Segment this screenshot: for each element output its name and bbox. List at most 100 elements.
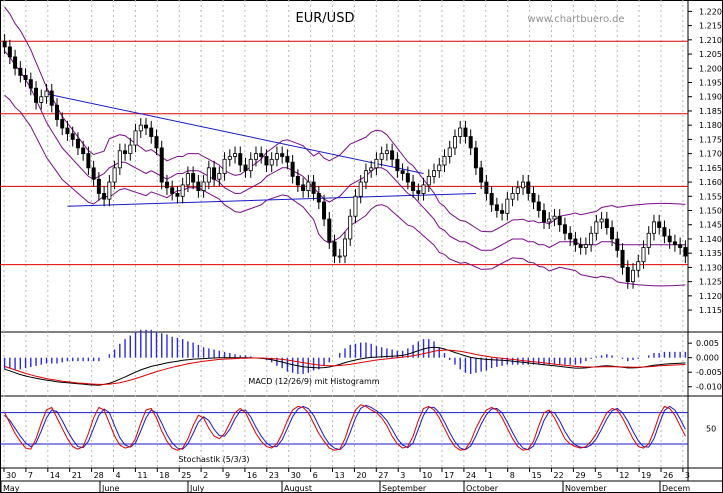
day-label: 30 xyxy=(6,471,16,480)
candle-body xyxy=(358,181,363,197)
candle-body xyxy=(117,150,122,169)
candle-body xyxy=(285,156,290,163)
candle-body xyxy=(301,184,306,192)
day-label: 3 xyxy=(685,471,690,480)
candle-body xyxy=(144,124,149,129)
candle-body xyxy=(180,184,185,197)
candle-body xyxy=(489,193,494,206)
candle-body xyxy=(102,193,107,200)
candle-body xyxy=(259,153,264,157)
candle-body xyxy=(531,193,536,203)
price-tick-label: 1.160 xyxy=(699,178,722,187)
candle-body xyxy=(594,221,599,234)
candle-body xyxy=(75,138,80,149)
candle-body xyxy=(657,221,662,228)
candle-body xyxy=(54,104,59,120)
candle-body xyxy=(327,218,332,243)
website-label: www.chartbuero.de xyxy=(527,14,624,25)
candle-body xyxy=(280,153,285,157)
day-label: 19 xyxy=(641,471,651,480)
day-label: 13 xyxy=(335,471,345,480)
day-label: 11 xyxy=(137,471,147,480)
macd-tick-label: -0.010 xyxy=(696,383,722,392)
candle-body xyxy=(484,181,489,194)
candle-body xyxy=(269,158,274,166)
month-label: May xyxy=(3,484,20,493)
candle-body xyxy=(568,232,573,240)
candle-body xyxy=(28,79,33,89)
candle-body xyxy=(615,238,620,251)
day-label: 29 xyxy=(575,471,585,480)
candle-body xyxy=(547,218,552,223)
candle-body xyxy=(473,147,478,169)
day-label: 26 xyxy=(663,471,673,480)
stochastic-label: Stochastik (5/3/3) xyxy=(178,455,249,464)
candle-body xyxy=(463,127,468,137)
price-tick-label: 1.195 xyxy=(699,79,722,88)
candle-body xyxy=(107,181,112,200)
candle-body xyxy=(390,150,395,160)
candle-body xyxy=(510,193,515,200)
candle-body xyxy=(573,238,578,246)
candle-body xyxy=(468,136,473,149)
day-label: 10 xyxy=(422,471,432,480)
price-tick-label: 1.215 xyxy=(699,22,722,31)
candle-body xyxy=(123,150,128,155)
candle-body xyxy=(363,170,368,183)
candle-body xyxy=(233,153,238,157)
macd-tick-label: 0.000 xyxy=(696,354,719,363)
candle-body xyxy=(81,147,86,155)
day-label: 7 xyxy=(28,471,33,480)
candle-body xyxy=(536,201,541,211)
candle-body xyxy=(437,164,442,172)
price-tick-label: 1.120 xyxy=(699,292,722,301)
candle-body xyxy=(458,127,463,137)
candle-body xyxy=(316,193,321,203)
candle-body xyxy=(636,261,641,271)
day-label: 27 xyxy=(378,471,388,480)
candle-body xyxy=(248,158,253,172)
candle-body xyxy=(552,215,557,220)
price-tick-label: 1.170 xyxy=(699,150,722,159)
day-label: 2 xyxy=(203,471,208,480)
candle-body xyxy=(416,190,421,194)
price-tick-label: 1.220 xyxy=(699,7,722,16)
price-tick-label: 1.190 xyxy=(699,93,722,102)
candle-body xyxy=(332,241,337,257)
candle-body xyxy=(91,167,96,180)
month-label: July xyxy=(189,484,205,493)
candle-body xyxy=(620,249,625,268)
candle-body xyxy=(311,181,316,194)
price-tick-label: 1.130 xyxy=(699,263,722,272)
candle-body xyxy=(175,193,180,197)
candle-body xyxy=(683,247,688,257)
candle-body xyxy=(96,178,101,194)
day-label: 6 xyxy=(313,471,318,480)
month-label: June xyxy=(101,484,120,493)
candle-body xyxy=(557,215,562,226)
day-label: 30 xyxy=(291,471,301,480)
candle-body xyxy=(138,124,143,132)
candle-body xyxy=(196,181,201,192)
candle-body xyxy=(631,269,636,283)
price-panel xyxy=(0,6,688,289)
candle-body xyxy=(646,232,651,248)
candle-body xyxy=(348,215,353,240)
candle-body xyxy=(217,173,222,180)
candle-body xyxy=(65,127,70,135)
candle-body xyxy=(185,173,190,186)
chart-title: EUR/USD xyxy=(296,11,355,26)
candle-body xyxy=(395,158,400,172)
candle-body xyxy=(238,153,243,166)
candle-body xyxy=(678,244,683,248)
candle-body xyxy=(421,184,426,194)
month-label: November xyxy=(565,484,607,493)
candle-body xyxy=(170,187,175,194)
candle-body xyxy=(290,161,295,177)
bollinger-middle xyxy=(4,50,686,251)
price-tick-label: 1.180 xyxy=(699,121,722,130)
day-label: 28 xyxy=(94,471,104,480)
candle-body xyxy=(274,153,279,160)
candle-body xyxy=(442,156,447,166)
price-tick-label: 1.150 xyxy=(699,207,722,216)
